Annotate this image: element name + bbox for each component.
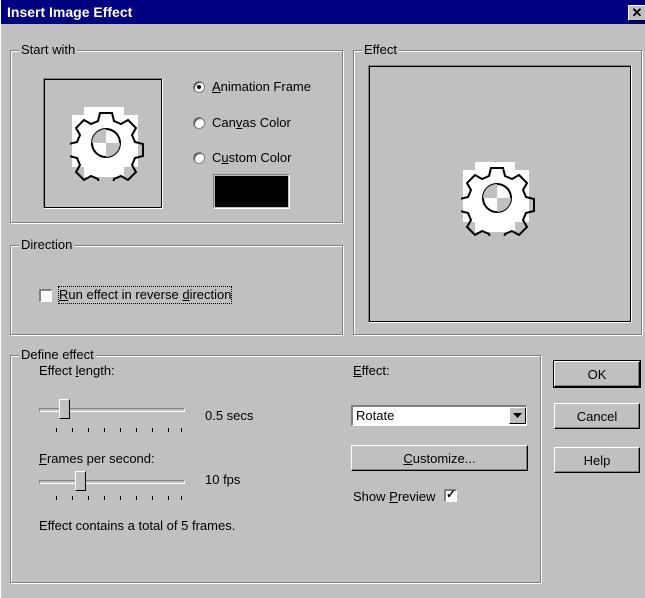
start-with-group: Start with Animation Frame Canvas Color … (10, 42, 343, 223)
effect-type-dropdown[interactable]: Rotate (351, 405, 527, 426)
effect-preview-group: Effect (353, 42, 642, 335)
help-button[interactable]: Help (554, 447, 640, 473)
chevron-down-icon[interactable] (509, 407, 526, 424)
fps-value: 10 fps (205, 472, 241, 487)
cancel-button[interactable]: Cancel (554, 403, 640, 429)
label-animation-frame[interactable]: Animation Frame (212, 79, 311, 95)
reverse-direction-checkbox[interactable] (39, 289, 52, 302)
frames-summary: Effect contains a total of 5 frames. (39, 518, 236, 533)
window-title: Insert Image Effect (7, 4, 133, 20)
start-with-label: Start with (19, 42, 78, 58)
reverse-direction-label[interactable]: Run effect in reverse direction (57, 286, 233, 304)
show-preview-label[interactable]: Show Preview (353, 489, 435, 505)
dialog-window: Insert Image Effect ✕ Start with Animati… (0, 0, 645, 598)
fps-thumb[interactable] (75, 471, 86, 491)
ok-button[interactable]: OK (553, 360, 641, 388)
title-bar[interactable]: Insert Image Effect ✕ (1, 0, 645, 24)
define-effect-group: Define effect Effect length: 0.5 secs Fr… (10, 347, 541, 583)
label-canvas-color[interactable]: Canvas Color (212, 115, 291, 131)
gear-icon (70, 107, 144, 181)
customize-button[interactable]: Customize... (351, 445, 528, 471)
effect-type-value: Rotate (356, 408, 395, 423)
frames-per-second-label: Frames per second: (39, 451, 155, 466)
gear-icon (461, 162, 535, 236)
effect-length-thumb[interactable] (59, 399, 70, 419)
label-custom-color[interactable]: Custom Color (212, 150, 291, 166)
custom-color-swatch[interactable] (213, 174, 290, 209)
show-preview-checkbox[interactable]: ✓ (444, 488, 457, 502)
close-icon[interactable]: ✕ (628, 5, 645, 21)
direction-group: Direction Run effect in reverse directio… (10, 237, 343, 335)
effect-preview-label: Effect (362, 42, 400, 58)
radio-canvas-color[interactable] (193, 117, 205, 129)
start-preview-frame (43, 78, 163, 209)
define-effect-label: Define effect (19, 347, 96, 363)
effect-type-label: Effect: (353, 363, 390, 378)
radio-custom-color[interactable] (193, 152, 205, 164)
radio-animation-frame[interactable] (193, 81, 205, 93)
fps-track[interactable] (39, 480, 185, 484)
direction-label: Direction (19, 237, 75, 253)
effect-length-value: 0.5 secs (205, 408, 254, 423)
effect-length-label: Effect length: (39, 363, 115, 378)
effect-preview-frame (368, 65, 632, 323)
